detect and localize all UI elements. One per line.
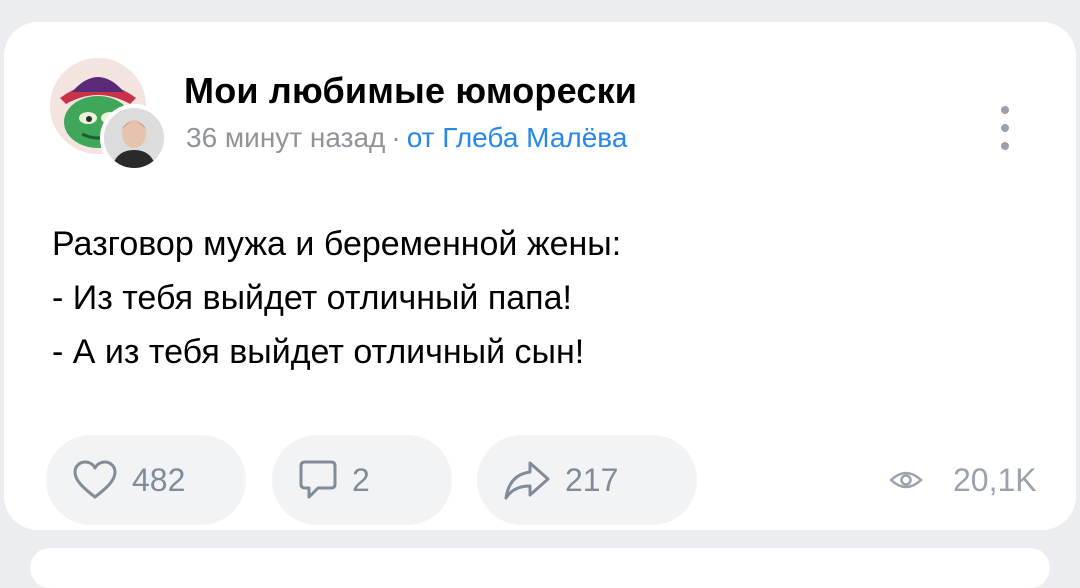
post-author-link[interactable]: от Глеба Малёва: [407, 122, 628, 153]
author-avatar[interactable]: [100, 104, 168, 172]
avatar-group[interactable]: [50, 58, 170, 178]
eye-icon: [889, 469, 923, 491]
more-options-button[interactable]: [998, 106, 1012, 162]
post-card: Мои любимые юморески 36 минут назад · от Г…: [4, 22, 1076, 530]
vertical-dots-icon: [998, 106, 1012, 150]
post-text-line: - Из тебя выйдет отличный папа!: [52, 279, 572, 317]
post-time: 36 минут назад: [186, 122, 386, 153]
like-button[interactable]: 482: [46, 435, 246, 525]
meta-separator: ·: [391, 122, 401, 153]
post-text-line: Разговор мужа и беременной жены:: [52, 225, 622, 263]
share-arrow-icon: [503, 459, 551, 501]
share-count: 217: [565, 461, 619, 498]
post-text-line: - А из тебя выйдет отличный сын!: [52, 333, 585, 371]
comment-count: 2: [352, 461, 370, 498]
views-counter: 20,1K: [889, 455, 1037, 505]
like-count: 482: [132, 461, 186, 498]
views-count: 20,1K: [953, 461, 1037, 498]
group-title[interactable]: Мои любимые юморески: [184, 70, 637, 112]
share-button[interactable]: 217: [477, 435, 697, 525]
heart-outline-icon: [72, 460, 118, 500]
comment-button[interactable]: 2: [272, 435, 452, 525]
next-post-card: [30, 548, 1050, 588]
post-meta: 36 минут назад · от Глеба Малёва: [186, 122, 627, 154]
comment-bubble-icon: [298, 459, 338, 501]
post-text: Разговор мужа и беременной жены: - Из те…: [52, 217, 621, 379]
